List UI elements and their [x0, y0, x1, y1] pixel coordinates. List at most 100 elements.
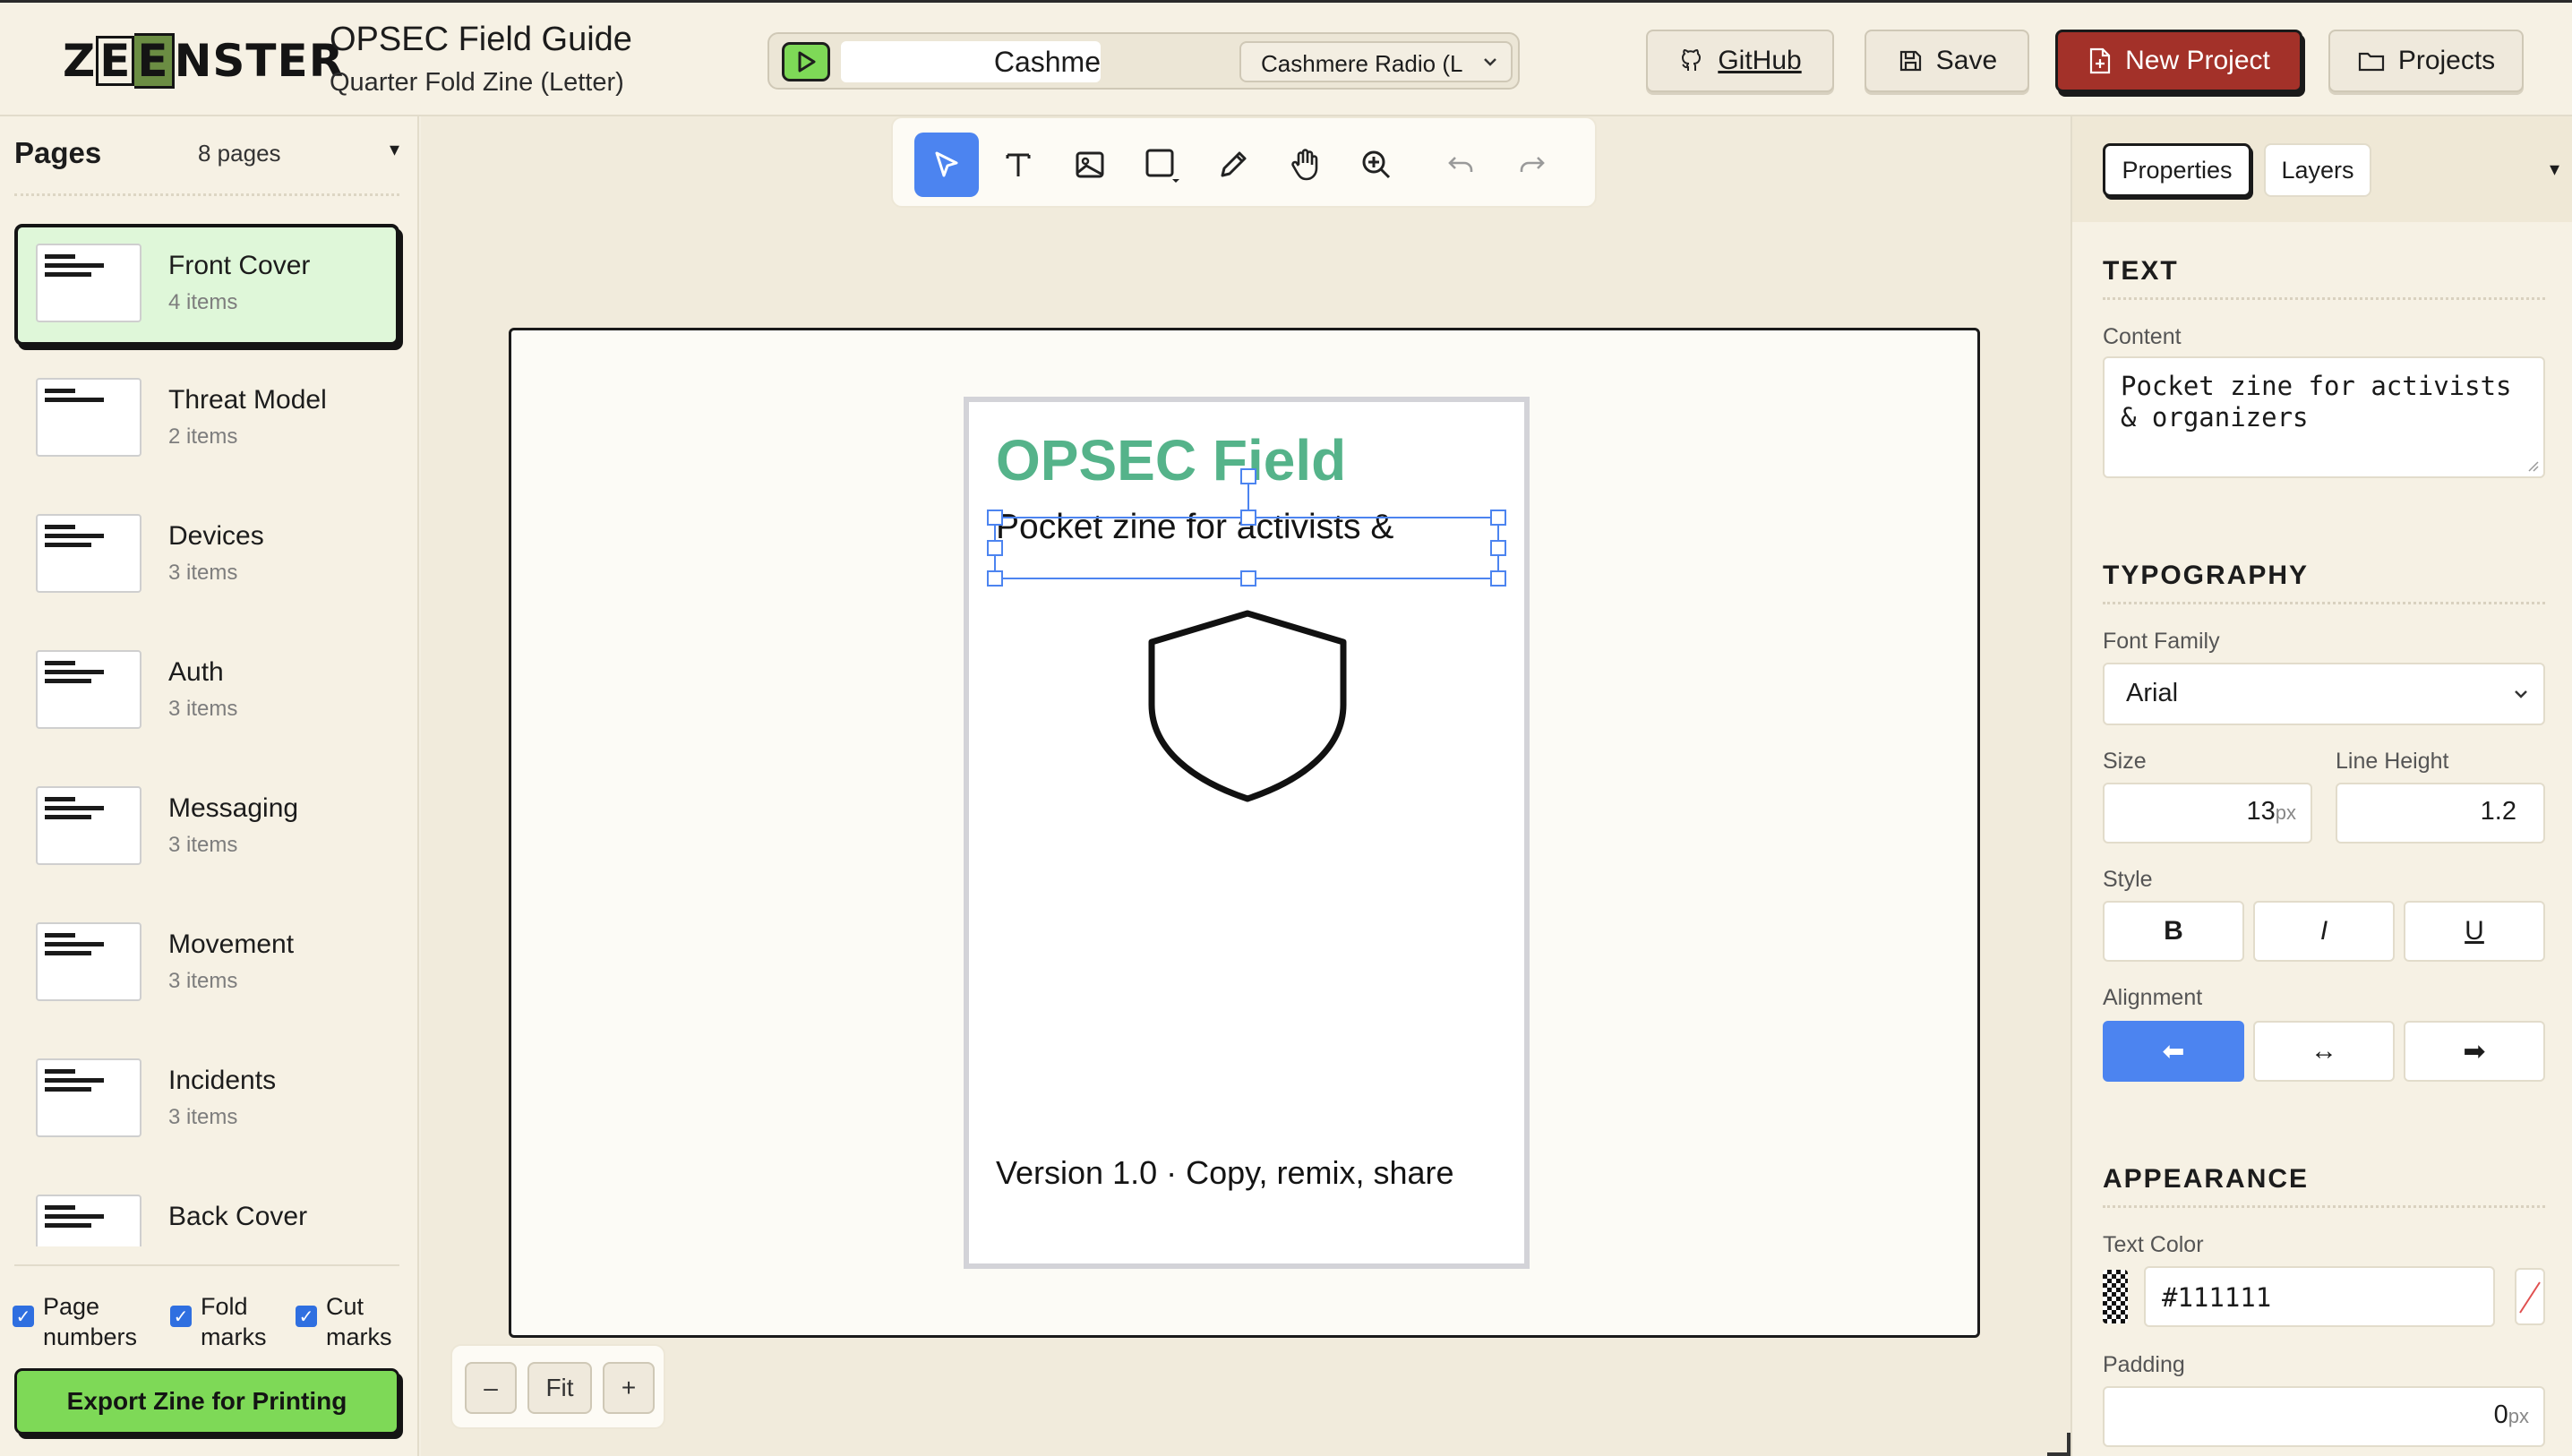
page-name: Front Cover	[168, 251, 311, 280]
divider	[14, 1264, 399, 1266]
rotation-stem	[1247, 481, 1249, 510]
bold-button[interactable]: B	[2103, 901, 2244, 962]
save-label: Save	[1935, 46, 1998, 75]
github-button[interactable]: GitHub	[1646, 30, 1834, 92]
fold-marks-checkbox[interactable]: ✓	[170, 1306, 192, 1327]
content-value: Pocket zine for activists & organizers	[2121, 371, 2512, 433]
resize-handle-w[interactable]	[987, 540, 1003, 556]
color-swatch[interactable]	[2103, 1270, 2128, 1323]
panel-menu-toggle[interactable]: ▾	[2550, 158, 2559, 181]
resize-handle-ne[interactable]	[1490, 510, 1506, 526]
fold-marks-option[interactable]: ✓ Fold marks	[170, 1291, 267, 1352]
page-thumbnail	[36, 378, 141, 457]
page-item-messaging[interactable]: Messaging 3 items	[14, 767, 399, 888]
new-file-icon	[2090, 47, 2111, 74]
zoom-out-button[interactable]: –	[465, 1362, 517, 1414]
page-item-back-cover[interactable]: Back Cover	[14, 1175, 399, 1246]
padding-value: 0px	[2493, 1400, 2529, 1429]
shape-tool[interactable]	[1129, 133, 1194, 197]
station-select[interactable]: Cashmere Radio (L	[1239, 41, 1513, 82]
hand-icon	[1291, 149, 1318, 181]
redo-icon	[1520, 157, 1545, 172]
resize-handle-sw[interactable]	[987, 570, 1003, 587]
line-height-input[interactable]: 1.2	[2336, 783, 2545, 844]
undo-button[interactable]	[1428, 133, 1493, 197]
option-label: Fold marks	[201, 1293, 267, 1350]
align-left-button[interactable]: ⬅	[2103, 1021, 2244, 1082]
save-button[interactable]: Save	[1865, 30, 2029, 92]
zine-title-text[interactable]: OPSEC Field	[996, 427, 1346, 493]
resize-handle-se[interactable]	[1490, 570, 1506, 587]
play-button[interactable]	[782, 42, 830, 81]
station-name: Cashmere Radio (L	[1261, 50, 1463, 77]
selection-box[interactable]	[987, 468, 1506, 587]
resize-handle-e[interactable]	[1490, 540, 1506, 556]
pan-tool[interactable]	[1273, 133, 1337, 197]
divider	[14, 193, 399, 196]
app-logo[interactable]: Z E E NSTER	[63, 33, 344, 89]
page-item-devices[interactable]: Devices 3 items	[14, 494, 399, 616]
tab-properties[interactable]: Properties	[2103, 143, 2251, 197]
page-item-count: 3 items	[168, 1105, 238, 1129]
page-item-threat-model[interactable]: Threat Model 2 items	[14, 358, 399, 480]
zine-page-front-cover[interactable]: OPSEC Field Pocket zine for activists & …	[964, 397, 1530, 1269]
font-family-select[interactable]: Arial	[2103, 663, 2545, 725]
page-numbers-checkbox[interactable]: ✓	[13, 1306, 34, 1327]
projects-button[interactable]: Projects	[2328, 30, 2524, 92]
font-size-input[interactable]: 13px	[2103, 783, 2312, 844]
tab-layers[interactable]: Layers	[2264, 143, 2371, 197]
page-item-incidents[interactable]: Incidents 3 items	[14, 1039, 399, 1161]
page-item-front-cover[interactable]: Front Cover 4 items	[14, 224, 399, 346]
text-tool[interactable]	[986, 133, 1050, 197]
page-name: Threat Model	[168, 385, 327, 415]
export-button[interactable]: Export Zine for Printing	[14, 1368, 399, 1435]
clear-color-button[interactable]	[2515, 1268, 2545, 1325]
folder-icon	[2358, 52, 2384, 72]
select-tool[interactable]	[914, 133, 979, 197]
pen-tool[interactable]	[1201, 133, 1265, 197]
page-item-count: 3 items	[168, 697, 238, 721]
pages-menu-toggle[interactable]: ▾	[390, 138, 399, 161]
textarea-resize-icon[interactable]	[2525, 458, 2540, 473]
zine-footer-text[interactable]: Version 1.0 · Copy, remix, share	[996, 1154, 1454, 1192]
image-tool[interactable]	[1058, 133, 1122, 197]
text-section-title: TEXT	[2103, 256, 2179, 286]
padding-input[interactable]: 0px	[2103, 1386, 2545, 1447]
document-title[interactable]: OPSEC Field Guide	[330, 21, 632, 59]
shield-icon[interactable]	[1145, 606, 1350, 803]
canvas-area[interactable]: OPSEC Field Pocket zine for activists & …	[421, 116, 2070, 1456]
page-thumbnail	[36, 650, 141, 729]
font-family-value: Arial	[2126, 679, 2179, 707]
resize-handle-s[interactable]	[1240, 570, 1256, 587]
page-numbers-option[interactable]: ✓ Page numbers	[13, 1291, 137, 1352]
pages-count: 8 pages	[198, 140, 281, 167]
cut-marks-checkbox[interactable]: ✓	[296, 1306, 317, 1327]
resize-handle-n[interactable]	[1240, 510, 1256, 526]
italic-button[interactable]: I	[2253, 901, 2395, 962]
github-icon	[1682, 48, 1702, 71]
page-name: Devices	[168, 521, 264, 551]
canvas-resize-handle[interactable]	[2047, 1433, 2070, 1456]
redo-button[interactable]	[1500, 133, 1565, 197]
page-item-auth[interactable]: Auth 3 items	[14, 630, 399, 752]
align-right-button[interactable]: ➡	[2404, 1021, 2545, 1082]
resize-handle-nw[interactable]	[987, 510, 1003, 526]
zoom-fit-button[interactable]: Fit	[527, 1362, 592, 1414]
option-label: Page numbers	[43, 1293, 138, 1350]
zoom-controls: – Fit +	[450, 1344, 665, 1429]
page-item-count: 3 items	[168, 833, 238, 857]
zoom-in-button[interactable]: +	[603, 1362, 655, 1414]
text-color-label: Text Color	[2103, 1232, 2204, 1257]
text-color-input[interactable]: #111111	[2144, 1266, 2495, 1327]
underline-button[interactable]: U	[2404, 901, 2545, 962]
zoom-tool[interactable]	[1344, 133, 1409, 197]
new-project-button[interactable]: New Project	[2055, 30, 2302, 92]
cut-marks-option[interactable]: ✓ Cut marks	[296, 1291, 392, 1352]
rotate-handle[interactable]	[1240, 468, 1256, 484]
style-label: Style	[2103, 867, 2153, 892]
content-textarea[interactable]: Pocket zine for activists & organizers	[2103, 356, 2545, 478]
artboard[interactable]: OPSEC Field Pocket zine for activists & …	[509, 328, 1980, 1338]
align-center-button[interactable]: ↔	[2253, 1021, 2395, 1082]
page-item-movement[interactable]: Movement 3 items	[14, 903, 399, 1024]
page-name: Movement	[168, 929, 295, 959]
